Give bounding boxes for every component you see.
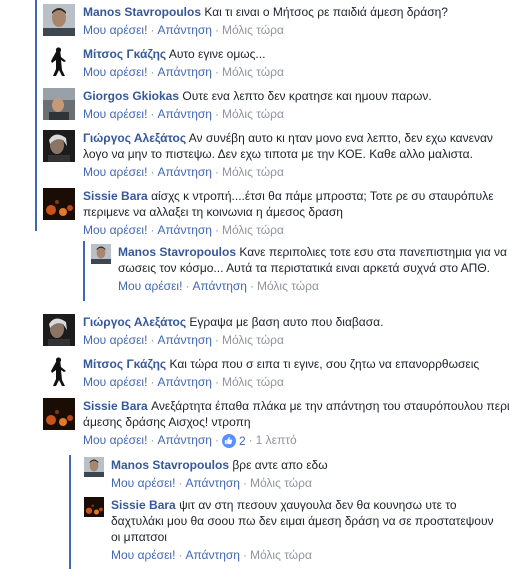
comment-text: Ουτε ενα λεπτο δεν κρατησε και ημουν παρ… [182, 89, 432, 103]
comment-author[interactable]: Γιώργος Αλεξάτος [83, 315, 186, 329]
avatar[interactable] [84, 457, 104, 477]
comment-author[interactable]: Sissie Bara [111, 498, 176, 512]
comment-text: Και τώρα που σ ειπα τι εγινε, σου ζητω ν… [169, 357, 480, 371]
reply-comment: Sissie Bara ψιτ αν στη πεσουν χαυγουλα δ… [84, 497, 504, 563]
timestamp[interactable]: Μόλις τώρα [222, 23, 284, 37]
comment: Γιώργος Αλεξάτος Εγραψα με βαση αυτο που… [43, 314, 513, 348]
reply-link[interactable]: Απάντηση [157, 333, 212, 347]
like-link[interactable]: Μου αρέσει! [111, 548, 175, 562]
reply-thread-indicator [69, 455, 71, 569]
thread-indicator [35, 0, 37, 231]
like-link[interactable]: Μου αρέσει! [83, 65, 147, 79]
comment: Μίτσος Γκάζης Αυτο εγινε ομως... Μου αρέ… [43, 46, 513, 80]
like-link[interactable]: Μου αρέσει! [83, 165, 147, 179]
comment: Μίτσος Γκάζης Και τώρα που σ ειπα τι εγι… [43, 356, 513, 390]
reply-comment: Manos Stavropoulos βρε αντε απο εδω Μου … [84, 457, 514, 491]
comment: Giorgos Gkiokas Ουτε ενα λεπτο δεν κρατη… [43, 88, 513, 122]
comment-author[interactable]: Manos Stavropoulos [83, 5, 201, 19]
reply-link[interactable]: Απάντηση [157, 107, 212, 121]
reply-link[interactable]: Απάντηση [185, 476, 240, 490]
reply-link[interactable]: Απάντηση [157, 433, 212, 447]
like-link[interactable]: Μου αρέσει! [83, 107, 147, 121]
like-link[interactable]: Μου αρέσει! [83, 23, 147, 37]
reply-comment: Manos Stavropoulos Κανε περιπολιες τοτε … [91, 244, 511, 294]
avatar[interactable] [43, 4, 75, 36]
avatar[interactable] [43, 130, 75, 162]
comment-text: Εγραψα με βαση αυτο που διαβασα. [189, 315, 384, 329]
avatar[interactable] [43, 398, 75, 430]
avatar[interactable] [43, 314, 75, 346]
comment: Γιώργος Αλεξάτος Αν συνέβη αυτο κι ηταν … [43, 130, 513, 180]
avatar[interactable] [84, 497, 104, 517]
comment-author[interactable]: Μίτσος Γκάζης [83, 47, 166, 61]
timestamp[interactable]: Μόλις τώρα [222, 107, 284, 121]
comment-author[interactable]: Γιώργος Αλεξάτος [83, 131, 186, 145]
like-link[interactable]: Μου αρέσει! [83, 433, 147, 447]
like-link[interactable]: Μου αρέσει! [83, 375, 147, 389]
avatar[interactable] [43, 88, 75, 120]
timestamp[interactable]: Μόλις τώρα [222, 65, 284, 79]
timestamp[interactable]: Μόλις τώρα [222, 165, 284, 179]
reply-link[interactable]: Απάντηση [192, 279, 247, 293]
comment-text: βρε αντε απο εδω [232, 458, 328, 472]
comment-author[interactable]: Giorgos Gkiokas [83, 89, 179, 103]
comment-text: Και τι ειναι ο Μήτσος ρε παιδιά άμεση δρ… [204, 5, 448, 19]
timestamp[interactable]: Μόλις τώρα [222, 333, 284, 347]
timestamp[interactable]: Μόλις τώρα [222, 223, 284, 237]
comment-author[interactable]: Manos Stavropoulos [118, 245, 236, 259]
comment-author[interactable]: Sissie Bara [83, 189, 148, 203]
comment: Sissie Bara αίσχς κ ντροπή....έτσι θα πά… [43, 188, 513, 238]
avatar[interactable] [43, 356, 75, 388]
avatar[interactable] [43, 46, 75, 78]
thumbs-up-icon [221, 433, 236, 448]
reply-link[interactable]: Απάντηση [157, 375, 212, 389]
reply-link[interactable]: Απάντηση [157, 165, 212, 179]
comment-author[interactable]: Sissie Bara [83, 399, 148, 413]
timestamp[interactable]: Μόλις τώρα [257, 279, 319, 293]
like-count-badge[interactable]: 2 [221, 433, 246, 449]
like-link[interactable]: Μου αρέσει! [83, 333, 147, 347]
comment-author[interactable]: Μίτσος Γκάζης [83, 357, 166, 371]
comment-text: Αυτο εγινε ομως... [168, 47, 266, 61]
reply-link[interactable]: Απάντηση [157, 223, 212, 237]
like-link[interactable]: Μου αρέσει! [83, 223, 147, 237]
timestamp[interactable]: Μόλις τώρα [250, 476, 312, 490]
reply-link[interactable]: Απάντηση [157, 23, 212, 37]
reply-link[interactable]: Απάντηση [185, 548, 240, 562]
comment: Sissie Bara Ανεξάρτητα έπαθα πλάκα με τη… [43, 398, 513, 449]
comment-author[interactable]: Manos Stavropoulos [111, 458, 229, 472]
timestamp[interactable]: Μόλις τώρα [222, 375, 284, 389]
like-link[interactable]: Μου αρέσει! [118, 279, 182, 293]
like-count: 2 [238, 433, 246, 448]
timestamp[interactable]: Μόλις τώρα [250, 548, 312, 562]
avatar[interactable] [43, 188, 75, 220]
like-link[interactable]: Μου αρέσει! [111, 476, 175, 490]
reply-thread-indicator [83, 241, 85, 301]
comment: Manos Stavropoulos Και τι ειναι ο Μήτσος… [43, 4, 513, 38]
timestamp[interactable]: 1 λεπτό [256, 433, 297, 447]
reply-link[interactable]: Απάντηση [157, 65, 212, 79]
avatar[interactable] [91, 244, 111, 264]
